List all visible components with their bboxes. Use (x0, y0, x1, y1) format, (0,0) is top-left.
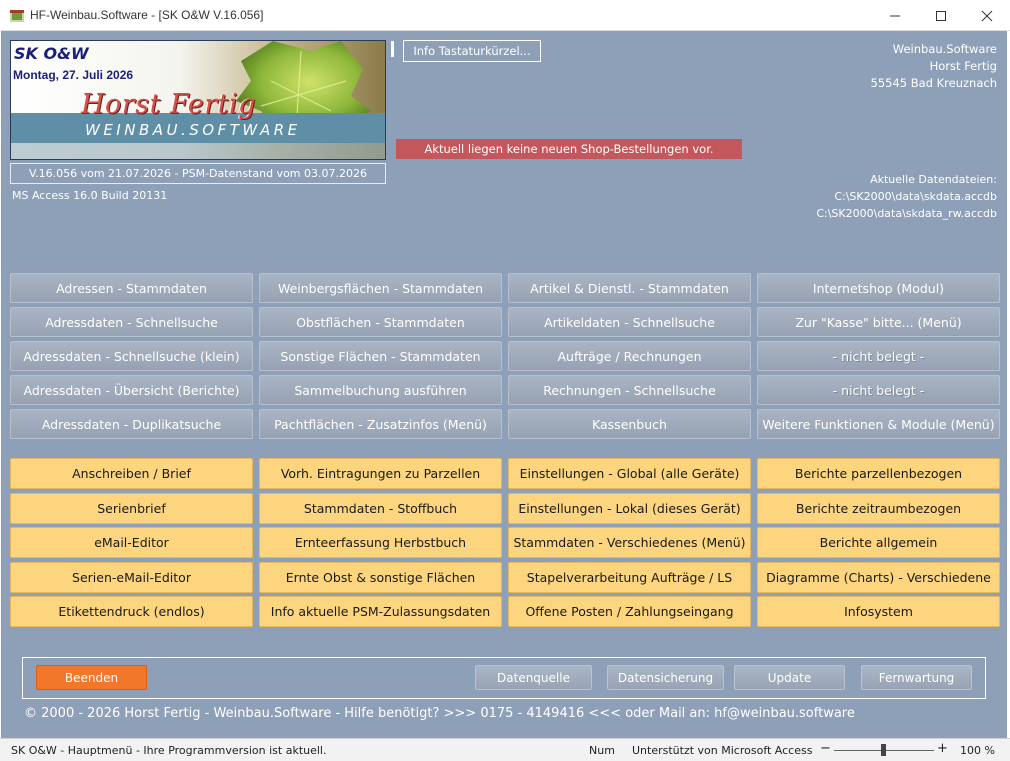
function-button[interactable]: Serien-eMail-Editor (10, 561, 253, 593)
app-icon (10, 10, 24, 22)
close-icon (981, 10, 993, 21)
close-button[interactable] (964, 0, 1010, 31)
zoom-out-button[interactable]: − (820, 741, 831, 756)
address-line: 55545 Bad Kreuznach (870, 76, 998, 90)
function-button[interactable]: Stammdaten - Stoffbuch (259, 492, 502, 524)
menu-button[interactable]: Adressdaten - Schnellsuche (10, 307, 253, 337)
shop-orders-message: Aktuell liegen keine neuen Shop-Bestellu… (396, 139, 742, 159)
menu-button[interactable]: Obstflächen - Stammdaten (259, 307, 502, 337)
menu-button[interactable]: Sammelbuchung ausführen (259, 375, 502, 405)
menu-button-unassigned: - nicht belegt - (757, 375, 1000, 405)
logo-name: Horst Fertig (81, 89, 256, 120)
menu-button[interactable]: Weinbergsflächen - Stammdaten (259, 273, 502, 303)
owner-address: Weinbau.Software Horst Fertig 55545 Bad … (871, 41, 998, 92)
powered-by-text: Unterstützt von Microsoft Access (632, 744, 813, 757)
current-date: Montag, 27. Juli 2026 (13, 68, 134, 82)
backup-button[interactable]: Datensicherung (607, 665, 724, 690)
button-label: - nicht belegt - (832, 348, 925, 364)
menu-button[interactable]: Artikeldaten - Schnellsuche (508, 307, 751, 337)
num-lock-indicator: Num (589, 744, 615, 757)
file-path: C:\SK2000\data\skdata.accdb (834, 190, 997, 203)
function-button[interactable]: Berichte parzellenbezogen (757, 458, 1000, 489)
function-button[interactable]: Einstellungen - Lokal (dieses Gerät) (508, 492, 751, 524)
company-name: SK O&W (14, 44, 89, 63)
logo-subtitle: WEINBAU.SOFTWARE (85, 121, 301, 139)
minimize-button[interactable] (872, 0, 918, 31)
menu-button[interactable]: Pachtflächen - Zusatzinfos (Menü) (259, 409, 502, 439)
menu-button[interactable]: Adressen - Stammdaten (10, 273, 253, 303)
datasource-button[interactable]: Datenquelle (475, 665, 592, 690)
status-text: SK O&W - Hauptmenü - Ihre Programmversio… (11, 744, 327, 757)
menu-button[interactable]: Internetshop (Modul) (757, 273, 1000, 303)
menu-button[interactable]: Rechnungen - Schnellsuche (508, 375, 751, 405)
version-info: V.16.056 vom 21.07.2026 - PSM-Datenstand… (10, 163, 386, 184)
zoom-level: 100 % (960, 744, 995, 757)
address-line: Weinbau.Software (892, 42, 997, 56)
function-button[interactable]: Stammdaten - Verschiedenes (Menü) (508, 527, 751, 558)
maximize-icon (936, 10, 946, 21)
keyboard-shortcuts-button[interactable]: Info Tastaturkürzel... (403, 40, 541, 62)
function-button[interactable]: Vorh. Eintragungen zu Parzellen (259, 458, 502, 489)
menu-button[interactable]: Adressdaten - Übersicht (Berichte) (10, 375, 253, 405)
function-button[interactable]: Berichte allgemein (757, 527, 1000, 558)
zoom-in-button[interactable]: + (937, 741, 948, 756)
function-button[interactable]: Etikettendruck (endlos) (10, 596, 253, 627)
menu-button[interactable]: Weitere Funktionen & Module (Menü) (757, 409, 1000, 439)
function-buttons: Anschreiben / Brief Vorh. Eintragungen z… (10, 458, 1001, 627)
function-button[interactable]: Offene Posten / Zahlungseingang (508, 596, 751, 627)
menu-button[interactable]: Sonstige Flächen - Stammdaten (259, 341, 502, 371)
function-button[interactable]: Infosystem (757, 596, 1000, 627)
menu-button[interactable]: Adressdaten - Schnellsuche (klein) (10, 341, 253, 371)
menu-button[interactable]: Adressdaten - Duplikatsuche (10, 409, 253, 439)
access-version: MS Access 16.0 Build 20131 (12, 189, 168, 202)
function-button[interactable]: Einstellungen - Global (alle Geräte) (508, 458, 751, 489)
address-line: Horst Fertig (929, 59, 997, 73)
files-label: Aktuelle Datendateien: (870, 173, 997, 186)
copyright-footer: © 2000 - 2026 Horst Fertig - Weinbau.Sof… (24, 706, 855, 721)
function-button[interactable]: Anschreiben / Brief (10, 458, 253, 489)
maximize-button[interactable] (918, 0, 964, 31)
function-button[interactable]: Info aktuelle PSM-Zulassungsdaten (259, 596, 502, 627)
master-data-buttons: Adressen - Stammdaten Weinbergsflächen -… (10, 273, 1001, 439)
button-label: - nicht belegt - (832, 382, 925, 398)
function-button[interactable]: Ernteerfassung Herbstbuch (259, 527, 502, 558)
update-button[interactable]: Update (734, 665, 845, 690)
status-bar: SK O&W - Hauptmenü - Ihre Programmversio… (0, 738, 1010, 761)
function-button[interactable]: Serienbrief (10, 492, 253, 524)
menu-button-unassigned: - nicht belegt - (757, 341, 1000, 371)
file-path: C:\SK2000\data\skdata_rw.accdb (816, 207, 997, 220)
function-button[interactable]: Stapelverarbeitung Aufträge / LS (508, 561, 751, 593)
zoom-slider-thumb[interactable] (881, 744, 886, 756)
menu-button[interactable]: Zur "Kasse" bitte... (Menü) (757, 307, 1000, 337)
quit-button[interactable]: Beenden (36, 665, 147, 690)
menu-button[interactable]: Artikel & Dienstl. - Stammdaten (508, 273, 751, 303)
remote-support-button[interactable]: Fernwartung (861, 665, 972, 690)
menu-button[interactable]: Aufträge / Rechnungen (508, 341, 751, 371)
data-files-info: Aktuelle Datendateien: C:\SK2000\data\sk… (816, 171, 997, 222)
function-button[interactable]: Berichte zeitraumbezogen (757, 492, 1000, 524)
function-button[interactable]: eMail-Editor (10, 527, 253, 558)
minimize-icon (890, 15, 900, 16)
main-menu-form: SK O&W Montag, 27. Juli 2026 Horst Ferti… (1, 31, 1007, 738)
menu-button[interactable]: Kassenbuch (508, 409, 751, 439)
title-bar: HF-Weinbau.Software - [SK O&W V.16.056] (0, 0, 1010, 31)
function-button[interactable]: Ernte Obst & sonstige Flächen (259, 561, 502, 593)
function-button[interactable]: Diagramme (Charts) - Verschiedene (757, 561, 1000, 593)
logo-banner: SK O&W Montag, 27. Juli 2026 Horst Ferti… (10, 40, 386, 160)
divider (391, 41, 394, 57)
window-title: HF-Weinbau.Software - [SK O&W V.16.056] (30, 8, 264, 22)
